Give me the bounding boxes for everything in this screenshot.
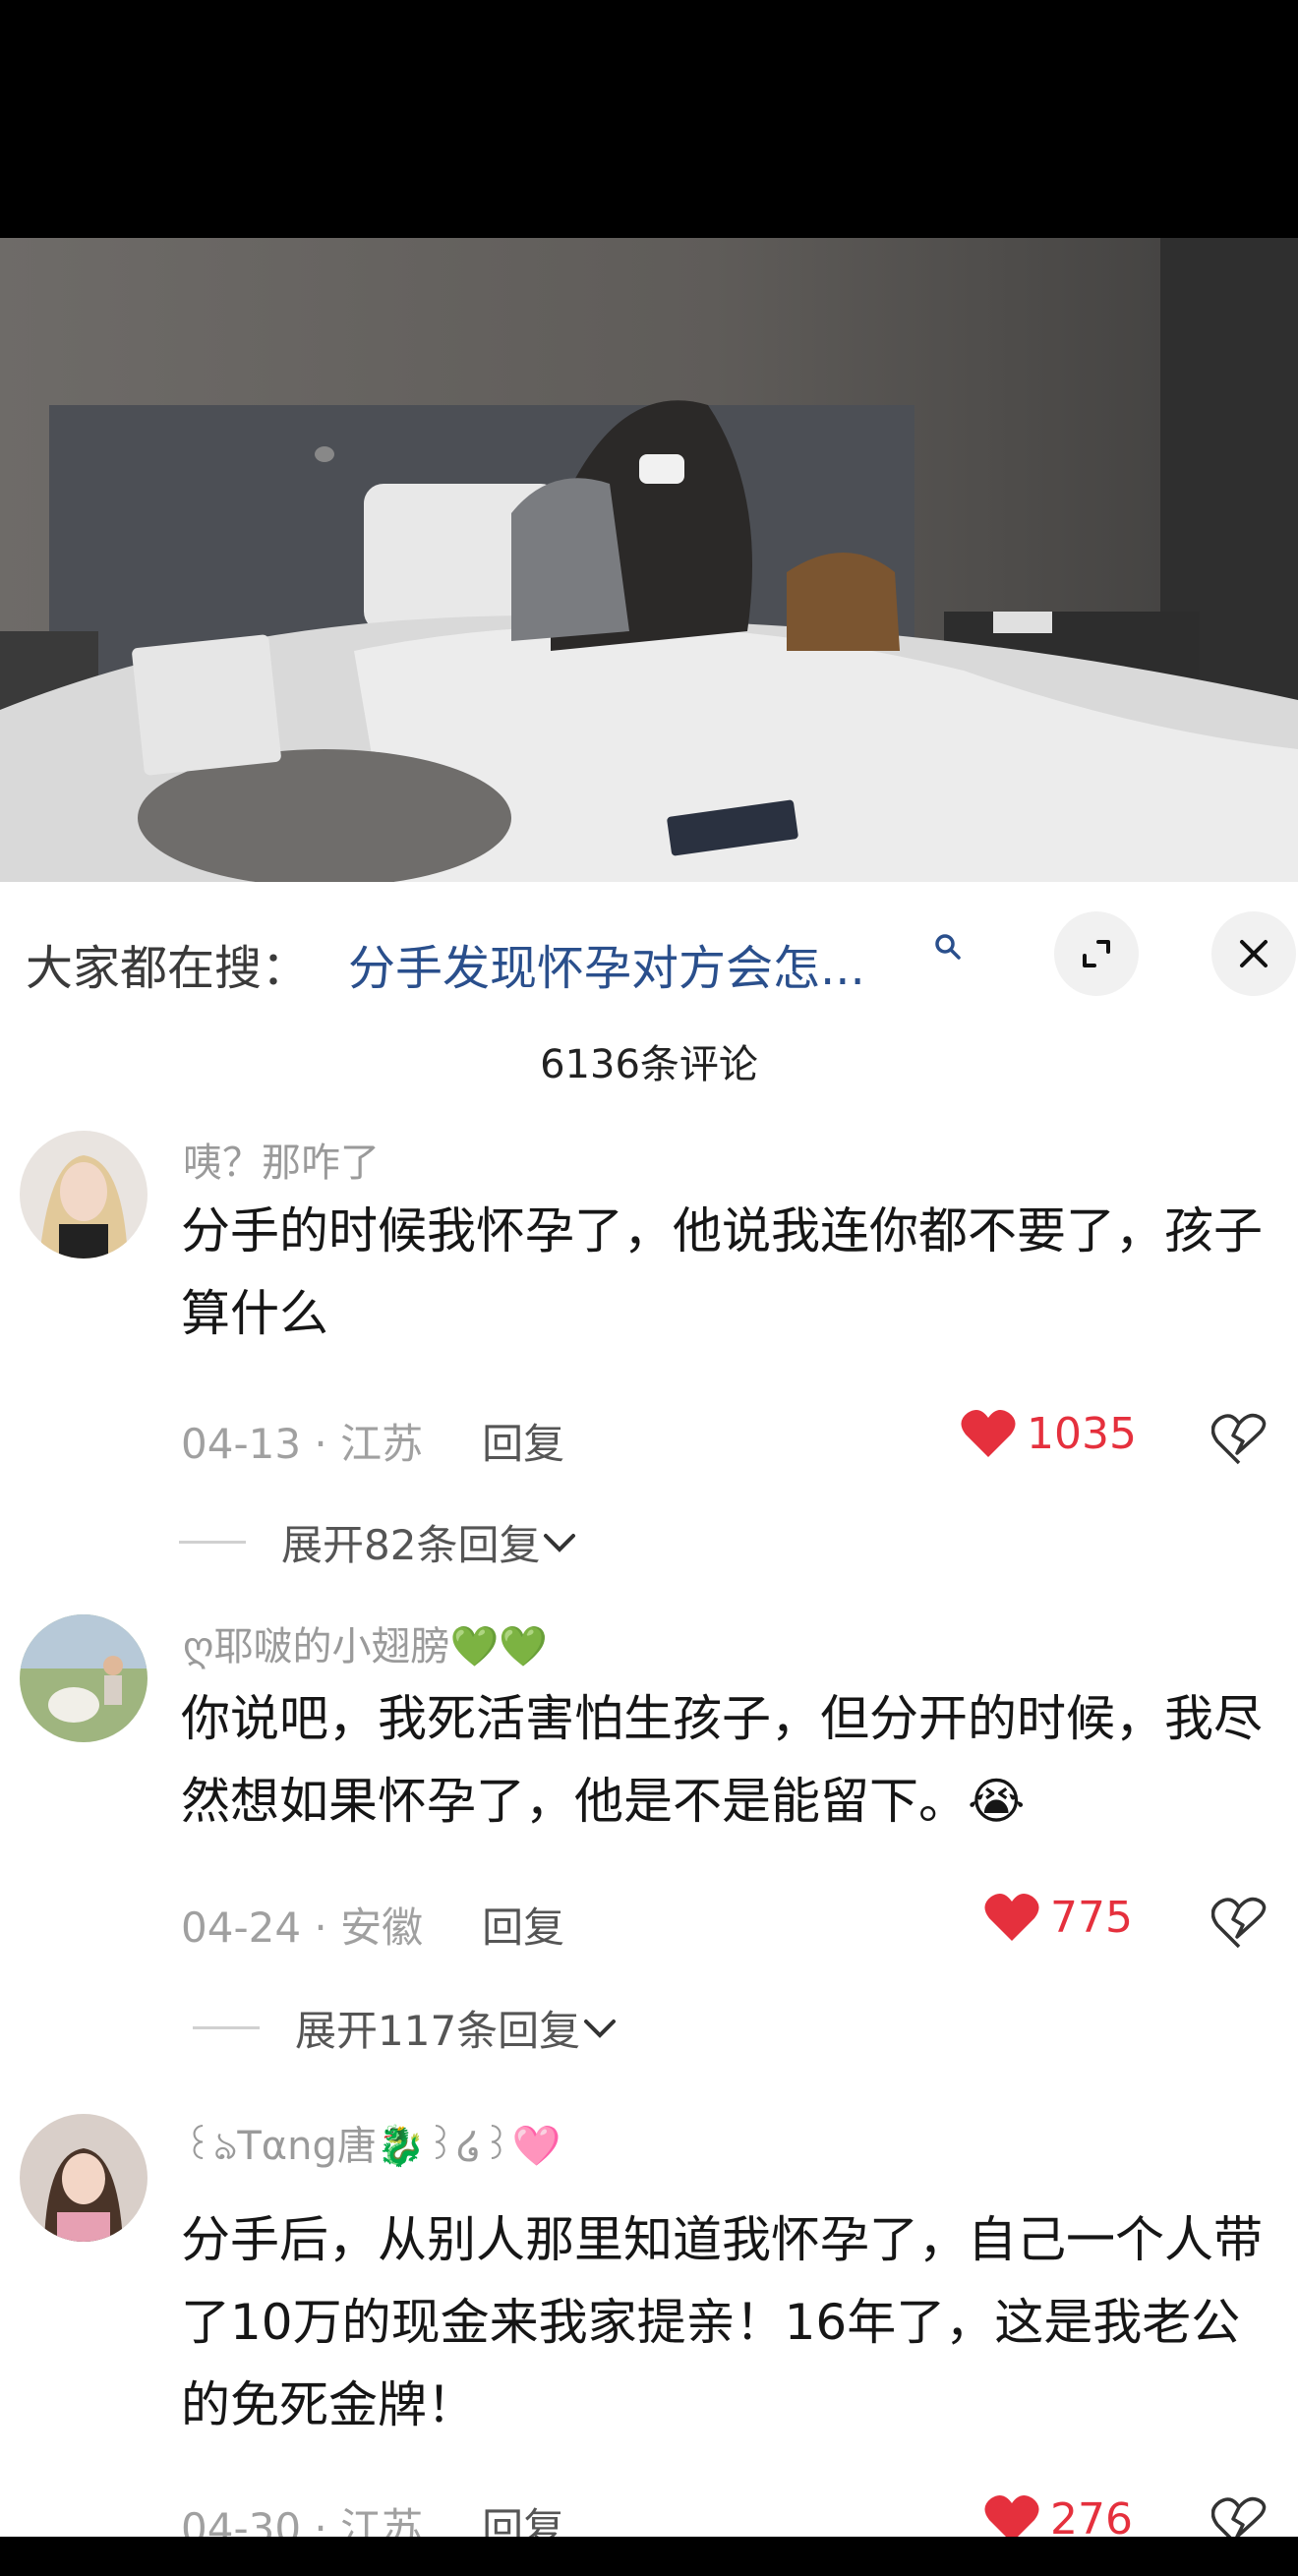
broken-heart-icon[interactable] [1211,2495,1267,2537]
comment-text: 你说吧，我死活害怕生孩子，但分开的时候，我尽然想如果怀孕了，他是不是能留下。😭 [181,1690,1263,1830]
top-black-bar [0,0,1298,238]
comment-username[interactable]: ღ耶啵的小翅膀💚💚 [183,1614,548,1671]
expand-button[interactable] [1054,911,1139,996]
chevron-down-icon [544,1533,576,1552]
expand-replies-label: 展开117条回复 [295,2007,581,2055]
expand-replies[interactable]: 展开82条回复 [179,1512,579,1572]
avatar[interactable] [20,2114,148,2242]
comment-location: 安徽 [340,1903,424,1952]
comment-text: 分手后，从别人那里知道我怀孕了，自己一个人带了10万的现金来我家提亲！16年了，… [181,2211,1263,2433]
comment-username[interactable]: 咦？那咋了 [183,1131,380,1188]
like-button[interactable]: 276 [983,2493,1133,2537]
comment-date: 04-13 [181,1420,302,1468]
reply-button[interactable]: 回复 [482,1903,564,1952]
comment-item: 咦？那咋了 分手的时候我怀孕了，他说我连你都不要了，孩子算什么 04-13 · … [0,1131,1298,1583]
comment-location: 江苏 [340,2504,424,2537]
avatar[interactable] [20,1614,148,1742]
comment-meta: 04-24 · 安徽 回复 [181,1903,565,1952]
heart-icon [984,2494,1039,2537]
like-count: 1035 [1027,1408,1137,1459]
search-prefix-label: 大家都在搜： [26,941,310,996]
like-button[interactable]: 775 [983,1892,1133,1943]
video-scene [0,238,1298,882]
comment-item: ღ耶啵的小翅膀💚💚 你说吧，我死活害怕生孩子，但分开的时候，我尽然想如果怀孕了，… [0,1614,1298,2067]
divider-line [179,1541,246,1544]
comment-meta: 04-30 · 江苏 回复 [181,2495,564,2537]
comments-count: 6136条评论 [540,1042,758,1087]
broken-heart-icon[interactable] [1211,1896,1267,1951]
expand-icon [1083,940,1110,967]
close-button[interactable] [1211,911,1296,996]
video-frame[interactable] [0,238,1298,882]
comment-text: 分手的时候我怀孕了，他说我连你都不要了，孩子算什么 [181,1202,1263,1342]
chevron-down-icon [584,2019,617,2038]
divider-line [193,2026,260,2029]
heart-icon [961,1409,1016,1457]
search-icon[interactable] [934,933,962,968]
avatar[interactable] [20,1131,148,1259]
comment-item: ꒰ঌTαng唐🐉꒱໒꒱🩷 分手后，从别人那里知道我怀孕了，自己一个人带了10万的… [0,2114,1298,2537]
comment-meta: 04-13 · 江苏 回复 [181,1420,565,1468]
like-count: 775 [1050,1892,1133,1943]
close-icon [1240,940,1268,967]
bottom-black-bar [0,2537,1298,2576]
comment-date: 04-24 [181,1903,302,1952]
expand-replies-label: 展开82条回复 [281,1521,541,1569]
like-count: 276 [1050,2493,1133,2538]
comments-panel: 大家都在搜： 分手发现怀孕对方会怎... 6136条评论 咦？那咋了 分手的时候… [0,882,1298,2537]
heart-icon [984,1893,1039,1941]
reply-button[interactable]: 回复 [482,2504,564,2537]
comment-username[interactable]: ꒰ঌTαng唐🐉꒱໒꒱🩷 [183,2114,561,2181]
search-suggestion-row[interactable]: 大家都在搜： 分手发现怀孕对方会怎... [0,882,1298,1029]
broken-heart-icon[interactable] [1211,1412,1267,1467]
reply-button[interactable]: 回复 [482,1420,564,1468]
comment-date: 04-30 [181,2504,302,2537]
expand-replies[interactable]: 展开117条回复 [193,1998,620,2058]
comment-location: 江苏 [340,1420,424,1468]
search-query-link[interactable]: 分手发现怀孕对方会怎... [348,929,865,998]
like-button[interactable]: 1035 [960,1408,1137,1459]
